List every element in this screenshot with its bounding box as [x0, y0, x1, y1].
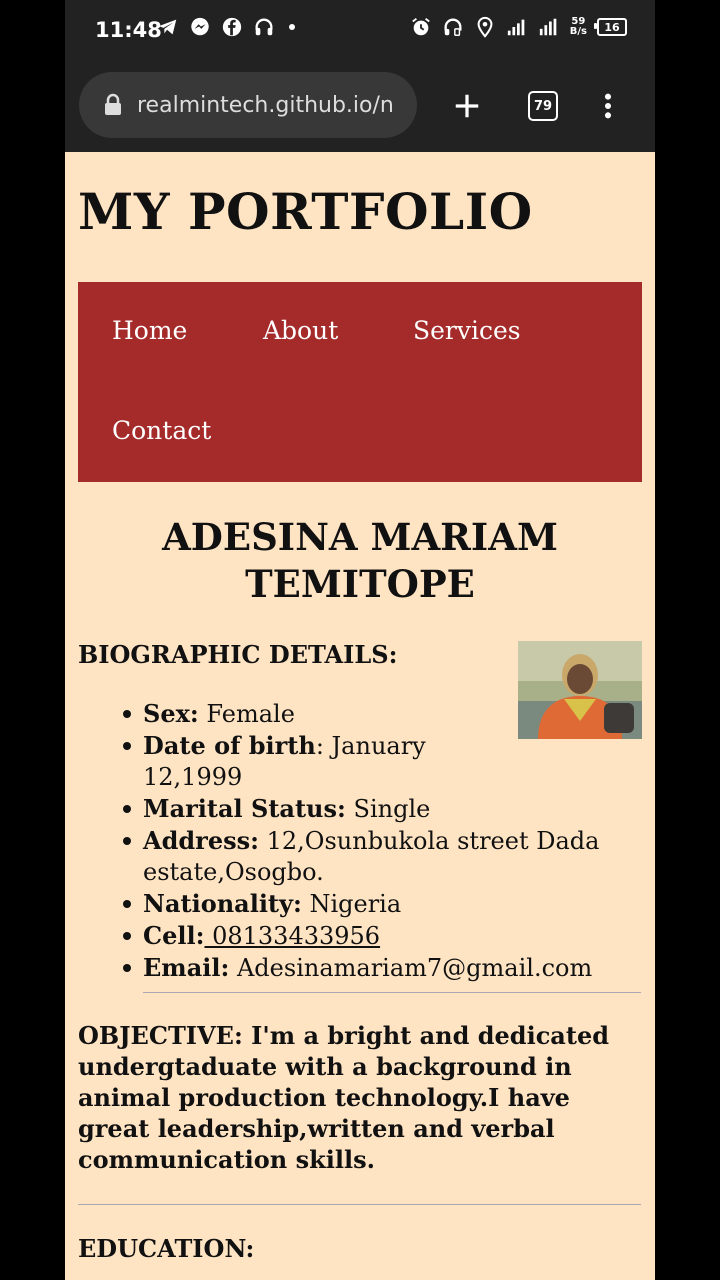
alarm-icon — [410, 16, 432, 38]
headset-icon — [442, 16, 464, 38]
site-title: MY PORTFOLIO — [78, 182, 533, 241]
tab-count: 79 — [528, 91, 558, 121]
url-text: realmintech.github.io/n — [137, 92, 394, 118]
divider — [78, 1204, 641, 1205]
signal-icon — [506, 16, 528, 38]
browser-toolbar: realmintech.github.io/n 79 — [65, 60, 655, 152]
list-item: Cell: 08133433956 — [123, 920, 643, 952]
status-time: 11:48 — [95, 18, 162, 42]
plus-icon — [455, 94, 479, 118]
nav-link-home[interactable]: Home — [112, 316, 187, 345]
status-bar: 11:48 59 B/s 16 — [65, 0, 655, 60]
nav-link-services[interactable]: Services — [413, 316, 521, 345]
notification-dot-icon — [289, 24, 295, 30]
name-line-1: ADESINA MARIAM — [162, 515, 558, 559]
menu-button[interactable] — [588, 86, 628, 126]
lock-icon — [105, 93, 121, 115]
list-item: Address: 12,Osunbukola street Dada estat… — [123, 825, 643, 888]
list-item: Date of birth: January 12,1999 — [123, 730, 443, 793]
list-item: Marital Status: Single — [123, 793, 643, 825]
name-line-2: TEMITOPE — [245, 562, 475, 606]
bio-heading: BIOGRAPHIC DETAILS: — [78, 640, 398, 669]
telegram-icon — [157, 16, 179, 38]
details-list: Sex: Female Date of birth: January 12,19… — [123, 698, 643, 984]
phone-screen: 11:48 59 B/s 16 realmintech.github.io/n … — [65, 0, 655, 1280]
education-heading: EDUCATION: — [78, 1234, 255, 1263]
divider — [143, 992, 641, 993]
facebook-icon — [221, 16, 243, 38]
list-item: Nationality: Nigeria — [123, 888, 643, 920]
headphones-icon — [253, 16, 275, 38]
person-name: ADESINA MARIAM TEMITOPE — [65, 514, 655, 608]
phone-link[interactable]: 08133433956 — [204, 922, 380, 950]
tab-switcher-button[interactable]: 79 — [523, 86, 563, 126]
nav-link-contact[interactable]: Contact — [112, 416, 211, 445]
address-bar[interactable]: realmintech.github.io/n — [79, 72, 417, 138]
list-item: Sex: Female — [123, 698, 643, 730]
location-icon — [474, 16, 496, 38]
new-tab-button[interactable] — [447, 86, 487, 126]
objective-text: OBJECTIVE: I'm a bright and dedicated un… — [78, 1021, 609, 1174]
network-speed: 59 B/s — [569, 16, 587, 37]
nav-link-about[interactable]: About — [263, 316, 338, 345]
list-item: Email: Adesinamariam7@gmail.com — [123, 952, 643, 984]
signal-4g-icon — [538, 16, 560, 38]
battery-icon: 16 — [594, 18, 627, 36]
nav-bar: Home About Services Contact — [78, 282, 642, 482]
more-vert-icon — [604, 93, 612, 119]
messenger-icon — [189, 16, 211, 38]
